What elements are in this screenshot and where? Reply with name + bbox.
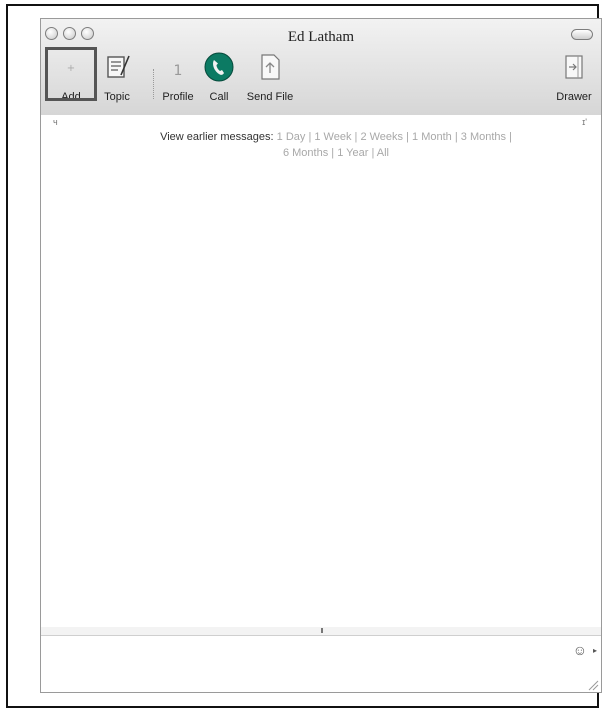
corner-mark-right: ɪ' xyxy=(582,117,587,127)
send-file-button[interactable]: Send File xyxy=(239,51,301,107)
phone-icon xyxy=(204,52,234,82)
history-option-1-year[interactable]: 1 Year xyxy=(337,147,368,159)
emoticon-menu-arrow-icon[interactable]: ▸ xyxy=(593,646,597,655)
drawer-label: Drawer xyxy=(556,91,592,103)
chat-window: Ed Latham + Add Topic 1 Profile Call Sen… xyxy=(40,18,602,693)
call-label: Call xyxy=(209,91,229,103)
profile-button[interactable]: 1 Profile xyxy=(157,51,199,107)
topic-button[interactable]: Topic xyxy=(97,51,137,107)
history-option-3-months[interactable]: 3 Months xyxy=(461,131,506,143)
resize-grip-icon[interactable] xyxy=(587,679,599,691)
profile-icon: 1 xyxy=(174,63,183,79)
pane-splitter[interactable] xyxy=(41,627,601,636)
svg-text:1: 1 xyxy=(174,63,183,79)
send-file-label: Send File xyxy=(246,91,294,103)
window-title: Ed Latham xyxy=(287,29,355,45)
history-option-2-weeks[interactable]: 2 Weeks xyxy=(360,131,403,143)
corner-mark-left: ч xyxy=(53,117,58,127)
add-button-highlight xyxy=(45,47,97,101)
emoticon-icon[interactable]: ☺ xyxy=(573,642,587,658)
view-earlier-prefix: View earlier messages: xyxy=(160,131,274,143)
message-transcript: ч ɪ' View earlier messages: 1 Day | 1 We… xyxy=(41,115,601,628)
history-option-1-week[interactable]: 1 Week xyxy=(314,131,351,143)
titlebar: Ed Latham + Add Topic 1 Profile Call Sen… xyxy=(41,19,601,116)
history-option-1-day[interactable]: 1 Day xyxy=(277,131,306,143)
topic-label: Topic xyxy=(104,91,130,103)
toolbar-separator xyxy=(153,69,155,99)
toolbar-toggle-button[interactable] xyxy=(571,29,593,40)
drawer-icon xyxy=(565,55,583,79)
splitter-grip[interactable] xyxy=(321,628,323,633)
topic-icon xyxy=(107,55,130,78)
message-input[interactable]: ☺ ▸ xyxy=(41,636,601,692)
view-earlier-messages: View earlier messages: 1 Day | 1 Week | … xyxy=(160,131,512,159)
history-option-6-months[interactable]: 6 Months xyxy=(283,147,328,159)
drawer-button[interactable]: Drawer xyxy=(549,51,599,107)
history-option-all[interactable]: All xyxy=(377,147,389,159)
send-file-icon xyxy=(261,54,280,80)
profile-label: Profile xyxy=(162,91,194,103)
call-button[interactable]: Call xyxy=(201,51,237,107)
history-option-1-month[interactable]: 1 Month xyxy=(412,131,452,143)
